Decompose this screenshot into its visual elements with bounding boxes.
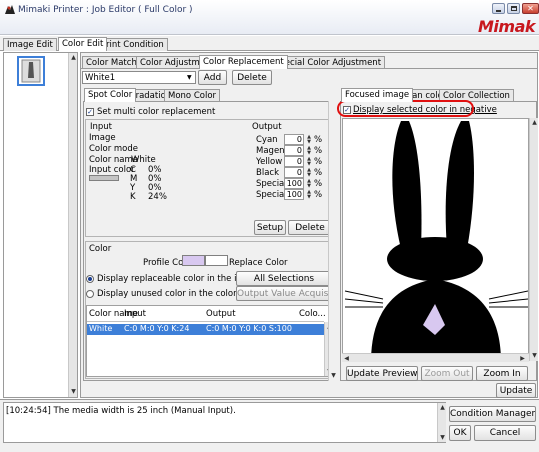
zoom-out-button[interactable]: Zoom Out bbox=[421, 366, 473, 381]
set-multi-checkbox[interactable]: ✓ bbox=[86, 108, 94, 116]
magenta-input[interactable]: 0 bbox=[284, 145, 304, 156]
mimaki-logo: Mimak bbox=[478, 17, 536, 36]
close-button[interactable]: ✕ bbox=[522, 3, 539, 14]
special-unit: % bbox=[314, 179, 323, 189]
preview-vscrollbar[interactable]: ▲ ▼ bbox=[529, 118, 538, 361]
minimize-icon bbox=[496, 10, 501, 12]
cyan-input[interactable]: 0 bbox=[284, 134, 304, 145]
middle-scrollbar[interactable]: ▼ bbox=[328, 101, 337, 381]
log-scroll-down-icon[interactable]: ▼ bbox=[438, 433, 447, 442]
minimize-button[interactable] bbox=[492, 3, 505, 14]
tab-color-edit[interactable]: Color Edit bbox=[58, 37, 108, 51]
radio-display-replaceable[interactable] bbox=[86, 275, 94, 283]
output-title: Output bbox=[252, 122, 282, 132]
table-header: Color name Input Output Colo... bbox=[87, 306, 326, 322]
log-scrollbar[interactable]: ▲ ▼ bbox=[437, 403, 446, 442]
close-icon: ✕ bbox=[527, 4, 534, 13]
setup-button[interactable]: Setup bbox=[254, 220, 286, 235]
replacement-select-value: White1 bbox=[85, 73, 116, 83]
thumbnail-panel: ▲ ▼ bbox=[3, 52, 78, 398]
rabbit-preview-image bbox=[344, 121, 528, 360]
tab-spot-color[interactable]: Spot Color bbox=[84, 88, 137, 102]
preview-scroll-right-icon[interactable]: ▶ bbox=[518, 354, 527, 363]
maximize-button[interactable] bbox=[507, 3, 520, 14]
input-title: Input bbox=[90, 122, 113, 132]
special2-input[interactable]: 100 bbox=[284, 189, 304, 200]
cancel-button[interactable]: Cancel bbox=[474, 425, 536, 441]
output-name-black: Black bbox=[256, 168, 279, 178]
input-color-swatch bbox=[89, 175, 119, 181]
input-ch-k: K bbox=[130, 192, 136, 202]
tab-print-condition[interactable]: Print Condition bbox=[97, 38, 168, 51]
title-bar: Mimaki Printer : Job Editor ( Full Color… bbox=[0, 0, 539, 36]
scroll-down-icon[interactable]: ▼ bbox=[69, 387, 78, 396]
log-text: [10:24:54] The media width is 25 inch (M… bbox=[6, 406, 236, 416]
sub-tab-line bbox=[81, 68, 537, 69]
header-output[interactable]: Output bbox=[206, 309, 236, 319]
yellow-unit: % bbox=[314, 157, 323, 167]
profile-color-swatch bbox=[182, 255, 205, 266]
output-value-acquisition-button[interactable]: Output Value Acquisition bbox=[236, 286, 332, 301]
header-color[interactable]: Colo... bbox=[299, 309, 326, 319]
output-name-yellow: Yellow bbox=[256, 157, 283, 167]
replace-color-label: Replace Color bbox=[229, 258, 288, 268]
color-mode-label: Color mode bbox=[89, 144, 138, 154]
job-thumbnail[interactable] bbox=[17, 56, 45, 86]
update-button[interactable]: Update bbox=[496, 383, 536, 398]
output-name-cyan: Cyan bbox=[256, 135, 278, 145]
row-input: C:0 M:0 Y:0 K:24 bbox=[124, 324, 190, 333]
preview-scroll-down-icon[interactable]: ▼ bbox=[530, 351, 539, 360]
preview-scroll-left-icon[interactable]: ◀ bbox=[342, 354, 351, 363]
tab-color-replacement[interactable]: Color Replacement bbox=[199, 55, 288, 69]
row-output: C:0 M:0 Y:0 K:0 S:100 S2:... bbox=[206, 324, 294, 333]
special2-unit: % bbox=[314, 190, 323, 200]
zoom-in-button[interactable]: Zoom In bbox=[476, 366, 528, 381]
chevron-down-icon: ▼ bbox=[187, 74, 192, 81]
radio-display-unused[interactable] bbox=[86, 290, 94, 298]
special-input[interactable]: 100 bbox=[284, 178, 304, 189]
preview-hscrollbar[interactable]: ◀ ▶ bbox=[342, 353, 529, 362]
black-unit: % bbox=[314, 168, 323, 178]
set-multi-label: Set multi color replacement bbox=[97, 107, 216, 117]
image-label: Image bbox=[89, 133, 116, 143]
ok-button[interactable]: OK bbox=[449, 425, 471, 441]
table-row[interactable]: White C:0 M:0 Y:0 K:24 C:0 M:0 Y:0 K:0 S… bbox=[87, 324, 324, 335]
add-button[interactable]: Add bbox=[198, 70, 227, 85]
black-input[interactable]: 0 bbox=[284, 167, 304, 178]
rabbit-thumbnail-icon bbox=[21, 59, 41, 83]
tab-image-edit[interactable]: Image Edit bbox=[3, 38, 57, 51]
input-val-k: 24% bbox=[148, 192, 167, 202]
log-scroll-up-icon[interactable]: ▲ bbox=[438, 403, 447, 412]
color-name-value: White bbox=[131, 155, 156, 165]
color-table: Color name Input Output Colo... White C:… bbox=[86, 305, 333, 377]
preview-image-area bbox=[342, 118, 529, 361]
color-title: Color bbox=[89, 244, 112, 254]
log-box: [10:24:54] The media width is 25 inch (M… bbox=[3, 402, 446, 443]
thumbnail-scrollbar[interactable]: ▲ ▼ bbox=[68, 53, 77, 397]
yellow-input[interactable]: 0 bbox=[284, 156, 304, 167]
delete-replacement-button[interactable]: Delete bbox=[232, 70, 272, 85]
condition-management-button[interactable]: Condition Management bbox=[449, 406, 536, 422]
middle-scroll-down-icon[interactable]: ▼ bbox=[329, 371, 338, 380]
output-name-special: Special bbox=[256, 179, 287, 189]
maximize-icon bbox=[511, 6, 517, 11]
scroll-up-icon[interactable]: ▲ bbox=[69, 53, 78, 62]
replace-color-swatch bbox=[205, 255, 228, 266]
cyan-unit: % bbox=[314, 135, 323, 145]
special2-stepper-icon[interactable]: ▲ ▼ bbox=[305, 190, 313, 201]
header-input[interactable]: Input bbox=[124, 309, 146, 319]
replacement-select[interactable]: White1 ▼ bbox=[82, 71, 196, 84]
tab-focused-image[interactable]: Focused image bbox=[341, 88, 414, 102]
input-color-label: Input color bbox=[89, 165, 135, 175]
app-icon bbox=[5, 5, 15, 14]
magenta-unit: % bbox=[314, 146, 323, 156]
row-color-name: White bbox=[89, 324, 113, 333]
delete-output-button[interactable]: Delete bbox=[288, 220, 332, 235]
window-title: Mimaki Printer : Job Editor ( Full Color… bbox=[18, 5, 193, 15]
all-selections-button[interactable]: All Selections bbox=[236, 271, 332, 286]
highlight-ellipse bbox=[337, 100, 474, 117]
preview-scroll-up-icon[interactable]: ▲ bbox=[530, 118, 539, 127]
update-preview-button[interactable]: Update Preview bbox=[346, 366, 418, 381]
